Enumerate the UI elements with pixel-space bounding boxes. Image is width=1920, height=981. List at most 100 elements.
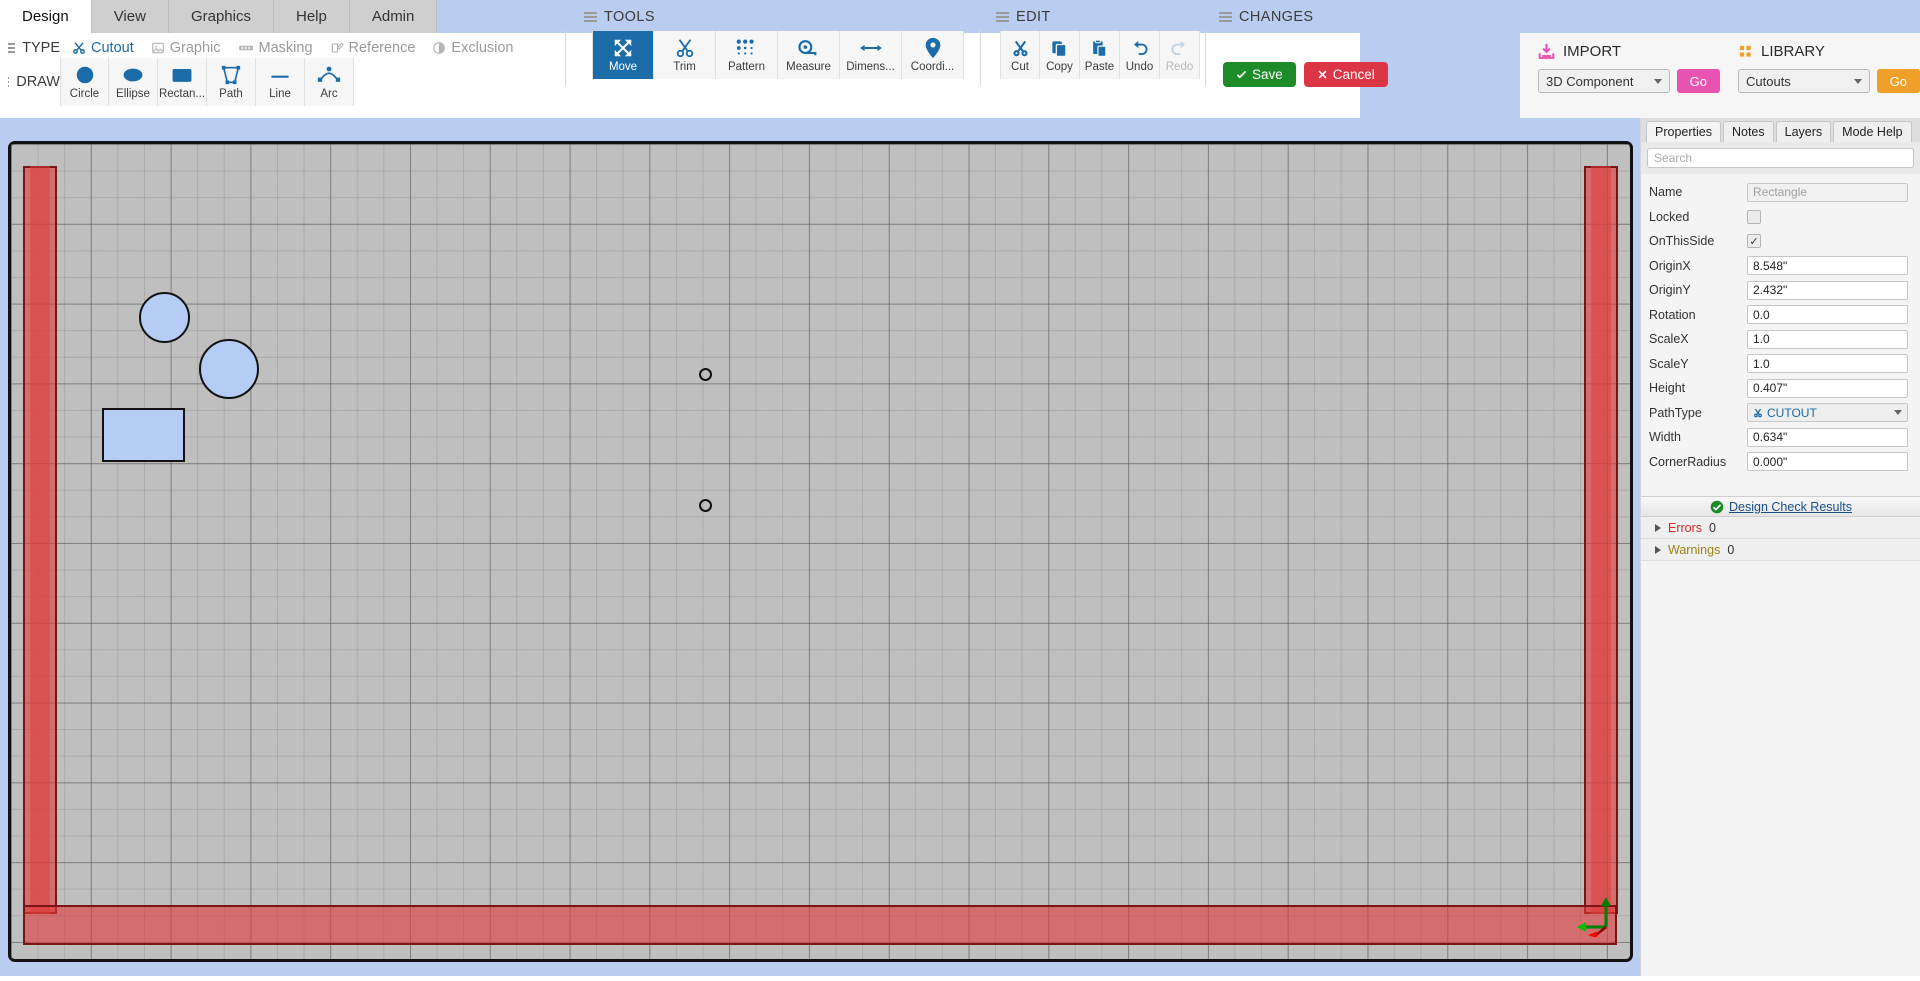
property-value-pathtype[interactable]: CUTOUT xyxy=(1747,403,1908,423)
property-value-cornerradius[interactable]: 0.000" xyxy=(1747,452,1908,472)
property-value-name[interactable]: Rectangle xyxy=(1747,182,1908,202)
shape-circle-large[interactable] xyxy=(199,339,259,399)
tools-label-text: TOOLS xyxy=(604,9,655,25)
draw-tool-rectangle[interactable]: Rectan... xyxy=(158,58,207,106)
paste-icon xyxy=(1090,36,1109,60)
property-value-scaley[interactable]: 1.0 xyxy=(1747,354,1908,374)
warnings-label: Warnings xyxy=(1668,542,1721,557)
draw-label-text: DRAW xyxy=(16,74,60,90)
design-check-header[interactable]: Design Check Results xyxy=(1641,496,1920,517)
tools-button-row: Move Trim Pattern Measure Dimens... Coor… xyxy=(580,31,980,79)
type-item-label: Cutout xyxy=(91,40,134,56)
draw-tool-path[interactable]: Path xyxy=(207,58,256,106)
draw-tool-circle[interactable]: Circle xyxy=(60,58,109,106)
design-check-errors-row[interactable]: Errors 0 xyxy=(1641,517,1920,539)
property-value-originx[interactable]: 8.548" xyxy=(1747,256,1908,276)
property-value-originy[interactable]: 2.432" xyxy=(1747,280,1908,300)
tab-layers[interactable]: Layers xyxy=(1775,121,1832,142)
ribbon-group-type-draw: TYPE Cutout Graphic Masking Reference Ex xyxy=(0,0,565,106)
type-item-reference[interactable]: Reference xyxy=(325,40,421,56)
type-item-cutout[interactable]: Cutout xyxy=(67,40,139,56)
property-row-locked: Locked xyxy=(1641,205,1920,230)
ribbon-group-edit: EDIT Cut Copy Paste Undo Redo xyxy=(992,0,1212,85)
library-go-button[interactable]: Go xyxy=(1876,69,1920,93)
draw-tool-label: Line xyxy=(269,88,291,100)
library-type-select[interactable]: Cutouts xyxy=(1738,69,1870,93)
chevron-right-icon xyxy=(1655,545,1661,554)
tool-trim[interactable]: Trim xyxy=(654,31,716,79)
mask-icon xyxy=(238,45,253,51)
draw-tool-ellipse[interactable]: Ellipse xyxy=(109,58,158,106)
save-button-label: Save xyxy=(1252,67,1283,82)
property-value-rotation[interactable]: 0.0 xyxy=(1747,305,1908,325)
tool-coordinates[interactable]: Coordi... xyxy=(902,31,964,79)
hamburger-icon xyxy=(8,75,10,90)
hole-marker-lower[interactable] xyxy=(699,499,712,512)
design-check-link[interactable]: Design Check Results xyxy=(1729,500,1852,514)
grid-major xyxy=(11,144,1630,959)
edit-copy-button[interactable]: Copy xyxy=(1040,31,1080,79)
tool-dimensions[interactable]: Dimens... xyxy=(840,31,902,79)
property-value-height[interactable]: 0.407" xyxy=(1747,378,1908,398)
edit-button-label: Paste xyxy=(1084,61,1115,73)
import-label-text: IMPORT xyxy=(1563,43,1622,60)
save-button[interactable]: Save xyxy=(1223,62,1296,87)
property-key: Rotation xyxy=(1649,307,1696,322)
draw-tool-label: Circle xyxy=(69,88,100,100)
edit-button-label: Copy xyxy=(1046,61,1073,73)
board-outline[interactable] xyxy=(8,141,1633,962)
type-item-label: Exclusion xyxy=(451,40,514,56)
search-input[interactable] xyxy=(1647,148,1914,168)
property-key: ScaleY xyxy=(1649,356,1689,371)
import-panel: IMPORT 3D Component Go xyxy=(1520,33,1720,118)
warnings-count: 0 xyxy=(1727,542,1735,557)
design-canvas[interactable] xyxy=(0,118,1640,981)
type-item-graphic[interactable]: Graphic xyxy=(146,40,226,56)
design-check-warnings-row[interactable]: Warnings 0 xyxy=(1641,539,1920,561)
changes-label-text: CHANGES xyxy=(1239,9,1314,25)
import-type-select[interactable]: 3D Component xyxy=(1538,69,1670,93)
type-item-label: Reference xyxy=(348,40,416,56)
hole-marker-upper[interactable] xyxy=(699,368,712,381)
check-circle-icon xyxy=(1710,500,1724,513)
property-value-width[interactable]: 0.634" xyxy=(1747,427,1908,447)
tool-move[interactable]: Move xyxy=(592,31,654,79)
edit-undo-button[interactable]: Undo xyxy=(1120,31,1160,79)
tool-pattern[interactable]: Pattern xyxy=(716,31,778,79)
locked-checkbox[interactable] xyxy=(1747,209,1761,224)
type-item-masking[interactable]: Masking xyxy=(233,40,318,56)
type-item-exclusion[interactable]: Exclusion xyxy=(427,40,518,56)
application-window: Design View Graphics Help Admin TYPE Cut… xyxy=(0,0,1920,981)
half-circle-icon xyxy=(433,42,446,54)
tab-label: Properties xyxy=(1655,125,1712,139)
edit-cut-button[interactable]: Cut xyxy=(1000,31,1040,79)
errors-count: 0 xyxy=(1709,520,1716,535)
draw-tool-arc[interactable]: Arc xyxy=(305,58,354,106)
tab-properties[interactable]: Properties xyxy=(1646,121,1721,142)
shape-rectangle-selected[interactable] xyxy=(102,408,185,462)
shape-circle-small[interactable] xyxy=(139,292,190,343)
tool-measure[interactable]: Measure xyxy=(778,31,840,79)
property-value-scalex[interactable]: 1.0 xyxy=(1747,329,1908,349)
draw-tool-line[interactable]: Line xyxy=(256,58,305,106)
tab-notes[interactable]: Notes xyxy=(1722,121,1774,142)
tab-mode-help[interactable]: Mode Help xyxy=(1833,121,1912,142)
type-item-label: Graphic xyxy=(169,40,221,56)
property-row-scaley: ScaleY 1.0 xyxy=(1641,352,1920,377)
type-label-text: TYPE xyxy=(22,40,60,56)
changes-button-row: Save Cancel xyxy=(1223,62,1388,87)
import-go-button[interactable]: Go xyxy=(1676,69,1720,93)
property-key: OriginY xyxy=(1649,283,1691,298)
cancel-button[interactable]: Cancel xyxy=(1303,62,1388,87)
edit-redo-button[interactable]: Redo xyxy=(1160,31,1200,79)
image-icon xyxy=(151,42,164,54)
undo-arrow-icon xyxy=(1130,36,1149,60)
keepout-fill-right xyxy=(1591,166,1611,914)
scissors-icon xyxy=(1754,408,1762,418)
properties-side-panel: Properties Notes Layers Mode Help Name R… xyxy=(1640,118,1920,981)
panel-empty-area xyxy=(1641,564,1920,981)
onthisside-checkbox[interactable]: ✓ xyxy=(1747,234,1761,249)
edit-paste-button[interactable]: Paste xyxy=(1080,31,1120,79)
draw-tool-label: Path xyxy=(219,88,243,100)
draw-tool-label: Rectan... xyxy=(158,88,206,100)
